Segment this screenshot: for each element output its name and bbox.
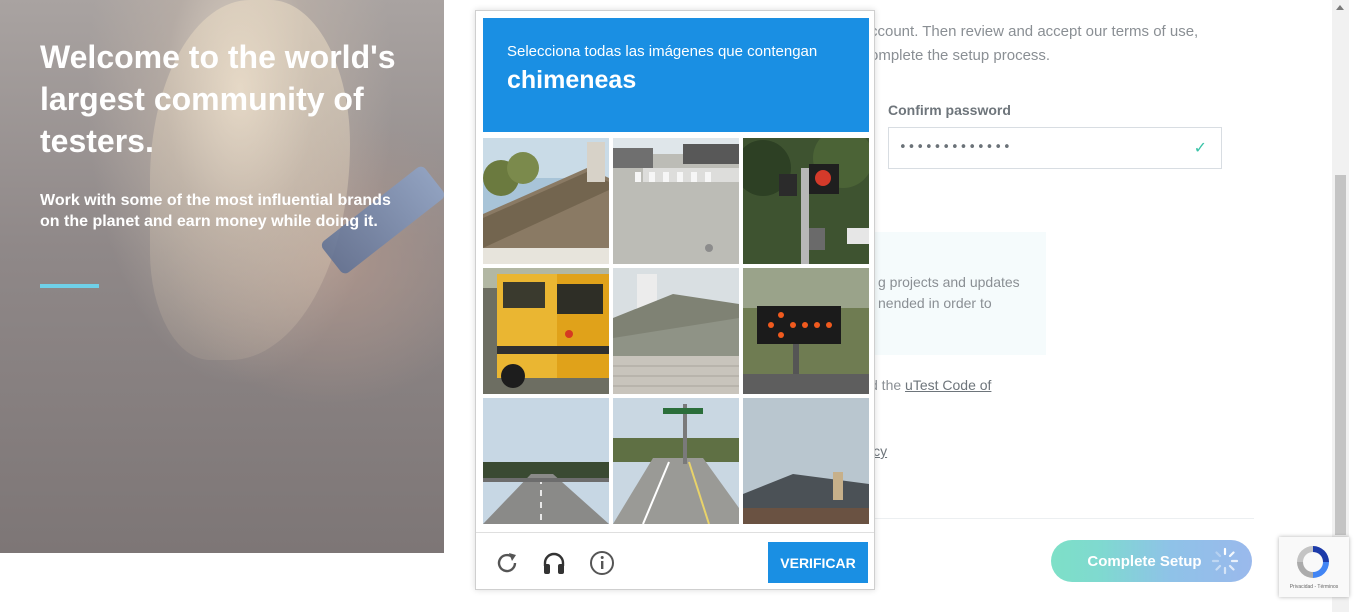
captcha-grid	[483, 138, 869, 524]
captcha-tile-intersection[interactable]	[613, 398, 739, 524]
hero-panel: Welcome to the world's largest community…	[0, 0, 444, 553]
captcha-instruction: Selecciona todas las imágenes que conten…	[507, 43, 818, 60]
complete-setup-label: Complete Setup	[1087, 552, 1202, 570]
hero-title: Welcome to the world's largest community…	[40, 39, 396, 159]
captcha-target: chimeneas	[507, 66, 637, 94]
recaptcha-badge[interactable]: Privacidad - Términos	[1279, 537, 1349, 597]
info-icon[interactable]	[589, 550, 615, 576]
captcha-tile-parking-lot[interactable]	[613, 138, 739, 264]
confirm-password-value: •••••••••••••	[899, 140, 1012, 155]
captcha-tile-highway-road[interactable]	[483, 398, 609, 524]
captcha-tile-house-roof-chimney[interactable]	[613, 268, 739, 394]
recaptcha-logo-icon	[1297, 546, 1329, 578]
captcha-tile-traffic-signal[interactable]	[743, 138, 869, 264]
audio-headphones-icon[interactable]	[541, 550, 567, 576]
code-of-conduct-text: d the uTest Code of	[870, 377, 991, 393]
captcha-tile-school-bus[interactable]	[483, 268, 609, 394]
verify-button[interactable]: VERIFICAR	[768, 542, 868, 583]
captcha-header: Selecciona todas las imágenes que conten…	[483, 18, 869, 132]
confirm-password-field[interactable]: ••••••••••••• ✓	[888, 127, 1222, 169]
hero-accent-bar	[40, 284, 99, 288]
code-of-conduct-link[interactable]: uTest Code of	[905, 377, 991, 393]
captcha-dialog: Selecciona todas las imágenes que conten…	[475, 10, 875, 590]
info-text: g projects and updates nended in order t…	[878, 274, 1020, 311]
hero-subtitle: Work with some of the most influential b…	[40, 192, 391, 230]
scrollbar-thumb[interactable]	[1335, 175, 1346, 535]
captcha-tile-house-roof[interactable]	[483, 138, 609, 264]
loading-spinner-icon	[1211, 547, 1239, 575]
setup-intro-text: ccount. Then review and accept our terms…	[870, 23, 1199, 64]
captcha-tile-arrow-board[interactable]	[743, 268, 869, 394]
code-prefix: d the	[870, 377, 906, 393]
recaptcha-terms[interactable]: Privacidad - Términos	[1279, 584, 1349, 590]
reload-icon[interactable]	[494, 550, 520, 576]
scroll-up-icon[interactable]	[1336, 5, 1344, 10]
page-scrollbar[interactable]	[1332, 0, 1349, 612]
confirm-password-label: Confirm password	[888, 102, 1011, 118]
divider	[870, 518, 1254, 519]
complete-setup-button[interactable]: Complete Setup	[1051, 540, 1252, 582]
check-icon: ✓	[1193, 140, 1207, 157]
captcha-tile-houses-chimney[interactable]	[743, 398, 869, 524]
captcha-footer: VERIFICAR	[476, 532, 874, 590]
